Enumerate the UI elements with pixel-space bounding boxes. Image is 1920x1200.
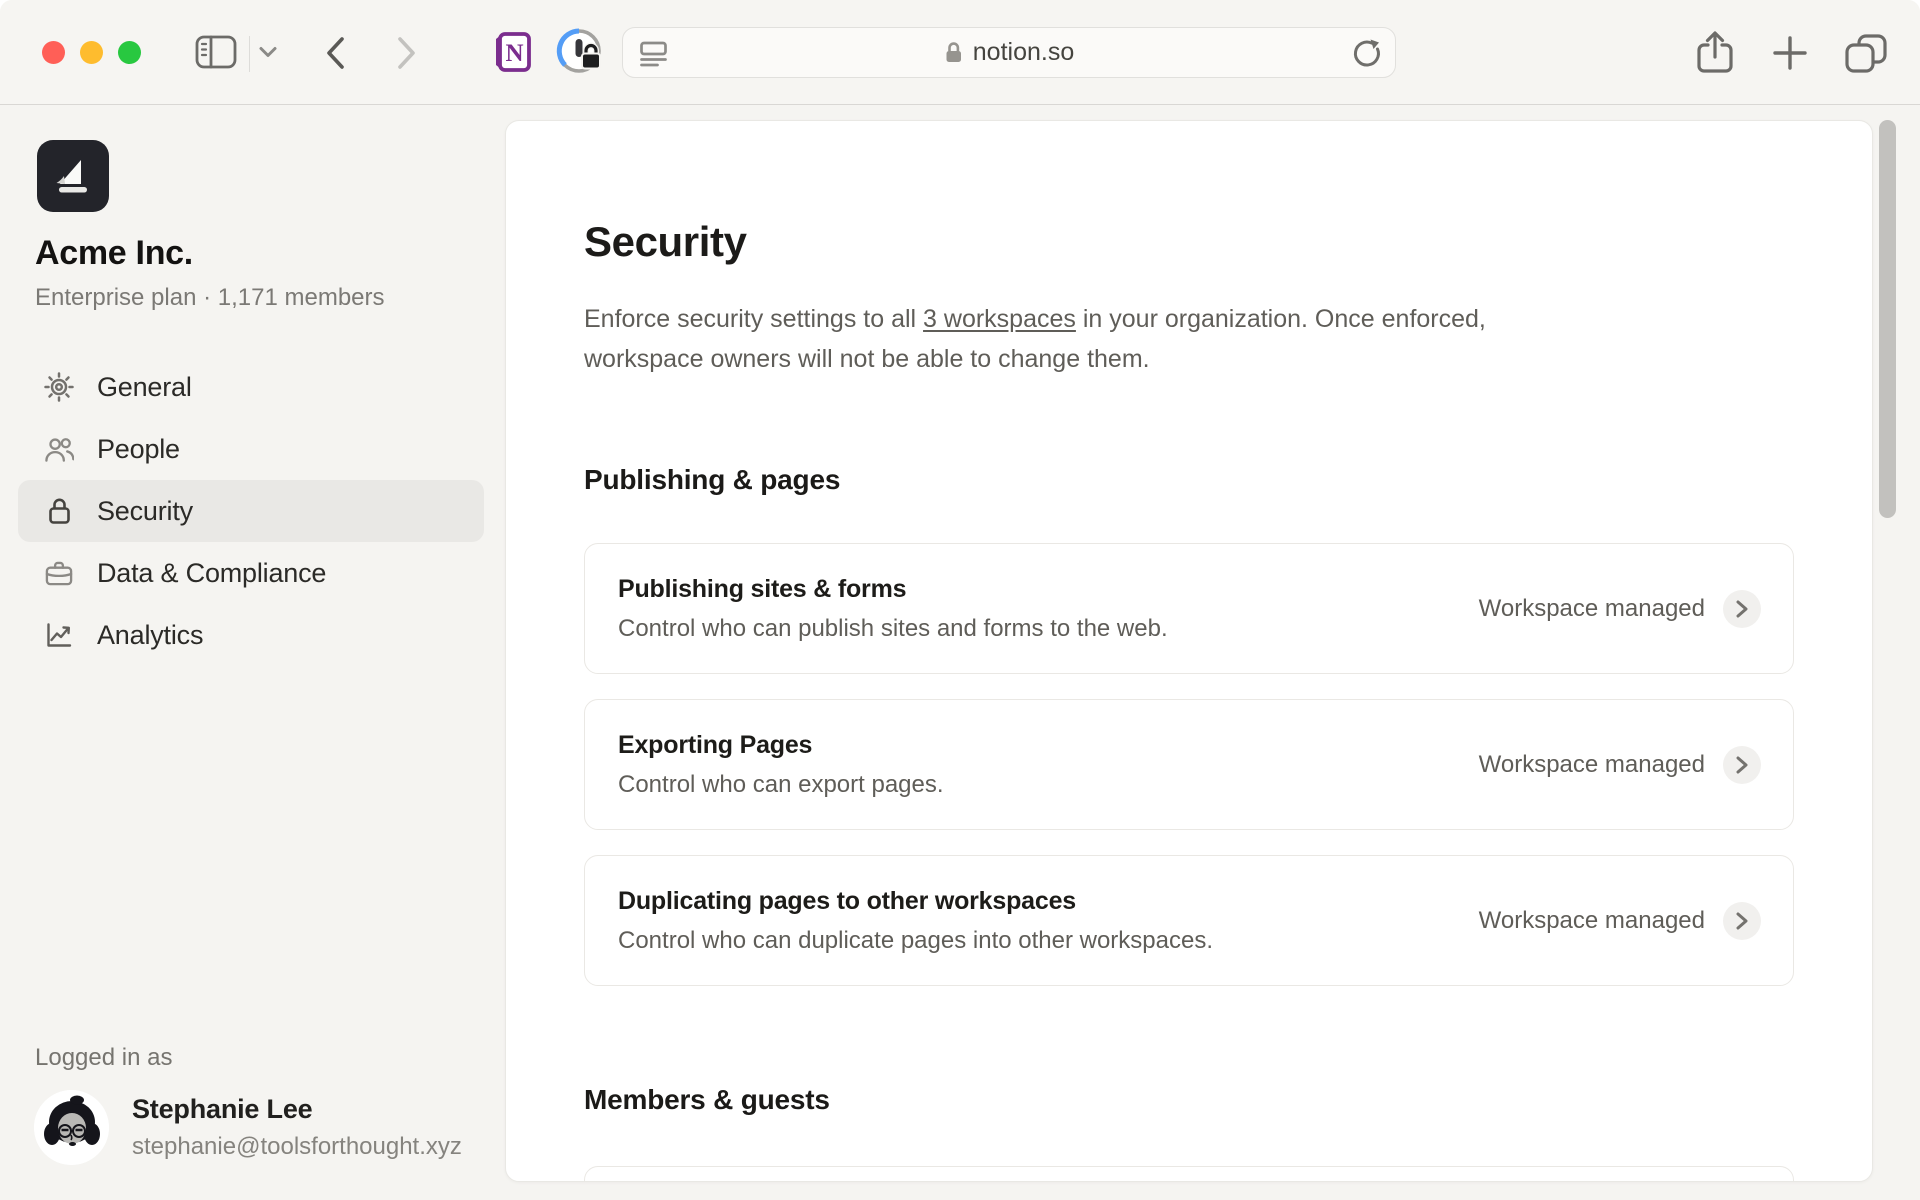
card-status: Workspace managed: [1479, 907, 1705, 935]
tab-overview-button[interactable]: [1842, 31, 1890, 77]
share-button[interactable]: [1692, 28, 1738, 78]
onepassword-extension-icon: [554, 26, 606, 78]
open-setting-button[interactable]: [1723, 746, 1761, 784]
card-status: Workspace managed: [1479, 595, 1705, 623]
minimize-window-button[interactable]: [80, 41, 103, 64]
sidebar-item-general[interactable]: General: [18, 356, 484, 418]
setting-card-partial[interactable]: [584, 1166, 1794, 1182]
user-email: stephanie@toolsforthought.xyz: [132, 1133, 462, 1161]
card-description: Control who can duplicate pages into oth…: [618, 927, 1213, 955]
settings-sidebar: Acme Inc. Enterprise plan · 1,171 member…: [0, 106, 505, 1200]
zoom-window-button[interactable]: [118, 41, 141, 64]
trend-icon: [44, 620, 74, 650]
card-text: Publishing sites & forms Control who can…: [618, 575, 1168, 643]
card-title: Exporting Pages: [618, 731, 944, 760]
card-description: Control who can export pages.: [618, 771, 944, 799]
user-avatar: [34, 1090, 109, 1165]
lock-icon: [44, 496, 74, 526]
card-control: Workspace managed: [1479, 746, 1761, 784]
card-description: Control who can publish sites and forms …: [618, 615, 1168, 643]
toolbar-divider: [249, 36, 250, 72]
sidebar-item-analytics[interactable]: Analytics: [18, 604, 484, 666]
browser-toolbar: N: [0, 0, 1920, 105]
card-control: Workspace managed: [1479, 590, 1761, 628]
sidebar-item-people[interactable]: People: [18, 418, 484, 480]
open-setting-button[interactable]: [1723, 590, 1761, 628]
chevron-right-icon: [1735, 755, 1749, 775]
sidebar-item-label: Data & Compliance: [97, 558, 326, 589]
padlock-icon: [944, 41, 963, 65]
close-window-button[interactable]: [42, 41, 65, 64]
card-text: Duplicating pages to other workspaces Co…: [618, 887, 1213, 955]
chevron-right-icon: [392, 33, 420, 73]
setting-card-exporting-pages[interactable]: Exporting Pages Control who can export p…: [584, 699, 1794, 830]
security-settings-panel: Security Enforce security settings to al…: [505, 120, 1873, 1182]
setting-card-publishing-sites[interactable]: Publishing sites & forms Control who can…: [584, 543, 1794, 674]
card-text: Exporting Pages Control who can export p…: [618, 731, 944, 799]
people-icon: [44, 434, 74, 464]
notion-extension-icon: N: [492, 28, 534, 76]
svg-text:N: N: [505, 40, 523, 67]
sidebar-toggle-button[interactable]: [194, 32, 238, 72]
chevron-down-icon: [258, 45, 278, 59]
address-bar[interactable]: notion.so: [622, 27, 1396, 78]
user-identity: Stephanie Lee stephanie@toolsforthought.…: [132, 1094, 462, 1161]
forward-button[interactable]: [392, 33, 420, 73]
open-setting-button[interactable]: [1723, 902, 1761, 940]
share-icon: [1692, 28, 1738, 78]
vertical-scrollbar-thumb[interactable]: [1879, 120, 1896, 518]
intro-before: Enforce security settings to all: [584, 305, 923, 333]
tab-overview-icon: [1842, 31, 1890, 77]
section-heading-members: Members & guests: [584, 1083, 1794, 1117]
sidebar-item-data-compliance[interactable]: Data & Compliance: [18, 542, 484, 604]
browser-window: N: [0, 0, 1920, 1200]
chevron-right-icon: [1735, 599, 1749, 619]
plus-icon: [1772, 35, 1808, 71]
card-control: Workspace managed: [1479, 902, 1761, 940]
intro-text: Enforce security settings to all 3 works…: [584, 299, 1516, 379]
chevron-left-icon: [322, 33, 350, 73]
sailboat-icon: [51, 154, 95, 198]
chevron-right-icon: [1735, 911, 1749, 931]
back-button[interactable]: [322, 33, 350, 73]
url-display: notion.so: [623, 28, 1395, 77]
sidebar-item-label: General: [97, 372, 192, 403]
card-title: Publishing sites & forms: [618, 575, 1168, 604]
sidebar-menu-button[interactable]: [258, 45, 278, 59]
sidebar-nav: General People: [18, 356, 484, 666]
sidebar-toggle-icon: [194, 32, 238, 72]
url-text: notion.so: [973, 38, 1074, 67]
card-title: Duplicating pages to other workspaces: [618, 887, 1213, 916]
section-heading-publishing: Publishing & pages: [584, 463, 1794, 497]
onepassword-extension-button[interactable]: [554, 26, 606, 78]
reload-button[interactable]: [1351, 38, 1383, 70]
org-meta: Enterprise plan · 1,171 members: [35, 284, 385, 312]
current-user: Stephanie Lee stephanie@toolsforthought.…: [34, 1090, 462, 1165]
workspaces-link[interactable]: 3 workspaces: [923, 305, 1076, 333]
setting-card-duplicating-pages[interactable]: Duplicating pages to other workspaces Co…: [584, 855, 1794, 986]
sidebar-item-label: Security: [97, 496, 193, 527]
sidebar-item-label: People: [97, 434, 180, 465]
gear-icon: [44, 372, 74, 402]
sidebar-item-security[interactable]: Security: [18, 480, 484, 542]
page-title: Security: [584, 219, 1794, 265]
logged-in-as-label: Logged in as: [35, 1044, 172, 1072]
sidebar-item-label: Analytics: [97, 620, 203, 651]
org-name: Acme Inc.: [35, 234, 193, 273]
card-status: Workspace managed: [1479, 751, 1705, 779]
new-tab-button[interactable]: [1772, 35, 1808, 71]
briefcase-icon: [44, 558, 74, 588]
user-name: Stephanie Lee: [132, 1094, 462, 1125]
org-logo: [37, 140, 109, 212]
notion-extension-button[interactable]: N: [492, 28, 534, 76]
